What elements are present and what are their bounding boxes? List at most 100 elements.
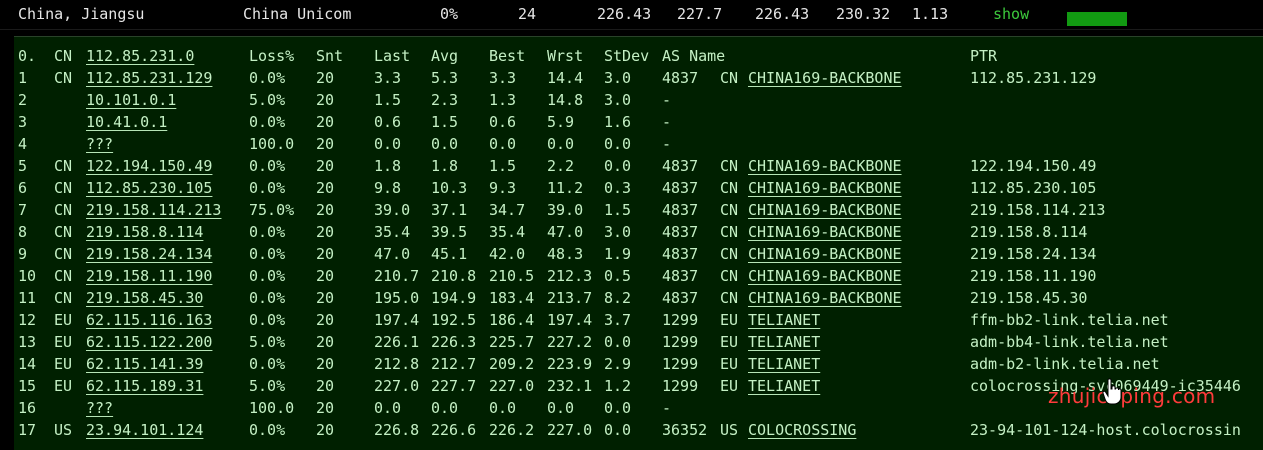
worst-value: 14.8: [547, 91, 584, 109]
best-value: 34.7: [489, 201, 526, 219]
hop-number: 17: [18, 421, 37, 439]
last-value: 47.0: [374, 245, 411, 263]
host-link[interactable]: 10.41.0.1: [86, 111, 167, 133]
host-link[interactable]: 112.85.231.129: [86, 67, 212, 89]
as-info: -: [662, 133, 671, 155]
as-name: CHINA169-BACKBONE: [748, 179, 902, 197]
table-row: 11 CN 219.158.45.30 0.0% 20 195.0 194.9 183.4 21…: [14, 287, 1263, 309]
as-link[interactable]: 36352 US COLOCROSSING: [662, 421, 856, 439]
country-code: CN: [54, 179, 73, 197]
as-country: CN: [720, 69, 739, 87]
last-value: 226.1: [374, 333, 420, 351]
as-link[interactable]: 4837 CN CHINA169-BACKBONE: [662, 245, 902, 263]
best-value: 3.3: [489, 69, 517, 87]
as-info[interactable]: 4837 CN CHINA169-BACKBONE: [662, 199, 902, 221]
loss-value: 5.0%: [249, 377, 286, 395]
hop-number: 5: [18, 157, 28, 175]
host-link[interactable]: 62.115.116.163: [86, 309, 212, 331]
host-link[interactable]: 62.115.189.31: [86, 375, 203, 397]
table-row: 14 EU 62.115.141.39 0.0% 20 212.8 212.7 209.2 22…: [14, 353, 1263, 375]
host-link[interactable]: ???: [86, 133, 113, 155]
as-info[interactable]: 4837 CN CHINA169-BACKBONE: [662, 177, 902, 199]
loss-value: 0.0%: [249, 179, 286, 197]
as-link[interactable]: 4837 CN CHINA169-BACKBONE: [662, 289, 902, 307]
best-value: 225.7: [489, 333, 535, 351]
summary-best: 226.43: [755, 5, 810, 23]
as-info[interactable]: 4837 CN CHINA169-BACKBONE: [662, 155, 902, 177]
sent-value: 20: [316, 179, 335, 197]
as-info[interactable]: 1299 EU TELIANET: [662, 309, 820, 331]
last-value: 210.7: [374, 267, 420, 285]
host-link[interactable]: 10.101.0.1: [86, 89, 176, 111]
country-code: EU: [54, 377, 73, 395]
as-link[interactable]: 4837 CN CHINA169-BACKBONE: [662, 157, 902, 175]
ptr-value: 219.158.11.190: [970, 267, 1097, 285]
host-link[interactable]: ???: [86, 397, 113, 419]
best-value: 209.2: [489, 355, 535, 373]
ptr-value: 219.158.24.134: [970, 245, 1097, 263]
host-link[interactable]: 219.158.45.30: [86, 287, 203, 309]
ptr-value: 112.85.230.105: [970, 179, 1097, 197]
as-link[interactable]: 4837 CN CHINA169-BACKBONE: [662, 201, 902, 219]
ptr-value: 219.158.45.30: [970, 289, 1088, 307]
as-number: 1299: [662, 333, 699, 351]
host-link[interactable]: 219.158.114.213: [86, 199, 221, 221]
as-info[interactable]: 4837 CN CHINA169-BACKBONE: [662, 287, 902, 309]
host-link[interactable]: 219.158.24.134: [86, 243, 212, 265]
as-info[interactable]: 4837 CN CHINA169-BACKBONE: [662, 67, 902, 89]
as-link[interactable]: 4837 CN CHINA169-BACKBONE: [662, 69, 902, 87]
as-number: 4837: [662, 157, 699, 175]
sent-value: 20: [316, 289, 335, 307]
col-last: Last: [374, 47, 411, 65]
as-link[interactable]: 1299 EU TELIANET: [662, 355, 820, 373]
as-info[interactable]: 4837 CN CHINA169-BACKBONE: [662, 265, 902, 287]
col-cc: CN: [54, 47, 73, 65]
as-info[interactable]: 1299 EU TELIANET: [662, 331, 820, 353]
as-country: EU: [720, 333, 739, 351]
host-link[interactable]: 122.194.150.49: [86, 155, 212, 177]
sent-value: 20: [316, 69, 335, 87]
ptr-value: 219.158.114.213: [970, 201, 1106, 219]
host-link[interactable]: 23.94.101.124: [86, 419, 203, 441]
show-link[interactable]: show: [993, 4, 1029, 24]
as-name: CHINA169-BACKBONE: [748, 245, 902, 263]
as-info[interactable]: 4837 CN CHINA169-BACKBONE: [662, 243, 902, 265]
host-link[interactable]: 112.85.230.105: [86, 177, 212, 199]
worst-value: 213.7: [547, 289, 593, 307]
table-row: 9 CN 219.158.24.134 0.0% 20 47.0 45.1 42.0 48.3 1…: [14, 243, 1263, 265]
as-number: -: [662, 399, 672, 417]
host-link[interactable]: 219.158.8.114: [86, 221, 203, 243]
as-link[interactable]: 4837 CN CHINA169-BACKBONE: [662, 267, 902, 285]
col-host[interactable]: 112.85.231.0: [86, 45, 194, 67]
as-link[interactable]: 1299 EU TELIANET: [662, 377, 820, 395]
as-link[interactable]: 4837 CN CHINA169-BACKBONE: [662, 179, 902, 197]
as-info[interactable]: 1299 EU TELIANET: [662, 375, 820, 397]
sent-value: 20: [316, 377, 335, 395]
as-info: -: [662, 111, 671, 133]
as-link[interactable]: 4837 CN CHINA169-BACKBONE: [662, 223, 902, 241]
country-code: CN: [54, 157, 73, 175]
as-info[interactable]: 4837 CN CHINA169-BACKBONE: [662, 221, 902, 243]
last-value: 39.0: [374, 201, 411, 219]
col-hop: 0.: [18, 47, 37, 65]
host-link[interactable]: 219.158.11.190: [86, 265, 212, 287]
best-value: 226.2: [489, 421, 535, 439]
as-name: CHINA169-BACKBONE: [748, 157, 902, 175]
host-link[interactable]: 62.115.122.200: [86, 331, 212, 353]
last-value: 0.0: [374, 135, 402, 153]
stdev-value: 3.0: [604, 223, 632, 241]
as-link[interactable]: 1299 EU TELIANET: [662, 333, 820, 351]
as-link[interactable]: 1299 EU TELIANET: [662, 311, 820, 329]
as-info[interactable]: 1299 EU TELIANET: [662, 353, 820, 375]
hop-number: 12: [18, 311, 37, 329]
last-value: 0.0: [374, 399, 402, 417]
last-value: 227.0: [374, 377, 420, 395]
sent-value: 20: [316, 91, 335, 109]
sent-value: 20: [316, 421, 335, 439]
as-country: EU: [720, 355, 739, 373]
summary-header: China, Jiangsu China Unicom 0% 24 226.43…: [0, 0, 1263, 30]
sent-value: 20: [316, 113, 335, 131]
as-info[interactable]: 36352 US COLOCROSSING: [662, 419, 856, 441]
avg-value: 0.0: [431, 135, 459, 153]
host-link[interactable]: 62.115.141.39: [86, 353, 203, 375]
